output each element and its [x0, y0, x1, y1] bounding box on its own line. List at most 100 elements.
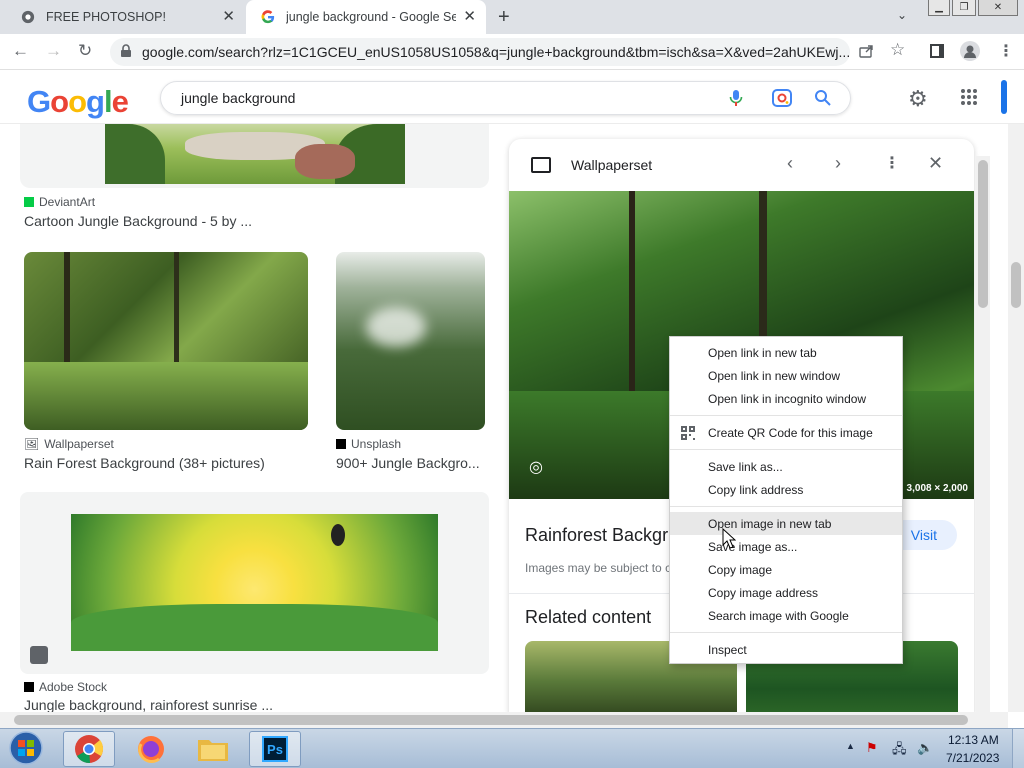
image-dimensions: 3,008 × 2,000: [906, 483, 968, 494]
clock-date[interactable]: 7/21/2023: [946, 751, 999, 765]
jungle-mountain-image[interactable]: [336, 252, 485, 430]
tab-title: jungle background - Google Sear: [286, 10, 456, 24]
lock-icon[interactable]: [120, 44, 132, 61]
related-content-heading: Related content: [525, 607, 652, 627]
result-source[interactable]: Adobe Stock: [24, 680, 107, 694]
menu-item-create-qr-code[interactable]: Create QR Code for this image: [670, 421, 902, 444]
search-input[interactable]: jungle background: [160, 81, 851, 115]
menu-item-save-link-as[interactable]: Save link as...: [670, 455, 902, 478]
close-window-icon[interactable]: ✕: [978, 0, 1018, 16]
result-source[interactable]: Unsplash: [336, 437, 401, 451]
chrome-icon: [75, 735, 104, 764]
result-card-deviantart[interactable]: [20, 124, 489, 188]
tab-title: FREE PHOTOSHOP!: [46, 10, 166, 24]
restore-icon[interactable]: ❐: [952, 0, 976, 16]
menu-item-search-image-google[interactable]: Search image with Google: [670, 604, 902, 627]
rain-forest-image[interactable]: [24, 252, 308, 430]
image-icon: [531, 157, 551, 173]
mouse-cursor-icon: [722, 528, 736, 549]
lens-camera-icon[interactable]: [772, 89, 792, 110]
qr-code-icon: [681, 426, 695, 443]
menu-item-copy-image-address[interactable]: Copy image address: [670, 581, 902, 604]
menu-item-open-link-new-window[interactable]: Open link in new window: [670, 364, 902, 387]
result-source[interactable]: DeviantArt: [24, 195, 95, 209]
chrome-icon: [20, 9, 36, 25]
browser-toolbar: ← → ↻ google.com/search?rlz=1C1GCEU_enUS…: [0, 34, 1024, 70]
address-bar[interactable]: google.com/search?rlz=1C1GCEU_enUS1058US…: [110, 38, 850, 66]
minimize-icon[interactable]: ▁: [928, 0, 950, 16]
tab-jungle-background[interactable]: jungle background - Google Sear ✕: [246, 0, 486, 34]
adobe-stock-icon: [24, 682, 34, 692]
google-icon: [260, 9, 276, 25]
taskbar-photoshop[interactable]: Ps: [249, 731, 301, 767]
bookmark-star-icon[interactable]: ☆: [890, 40, 905, 60]
previous-image-icon[interactable]: ‹: [787, 153, 793, 174]
menu-separator: [670, 632, 902, 633]
volume-icon[interactable]: 🔈: [917, 740, 933, 756]
show-hidden-icons[interactable]: ▲: [846, 741, 855, 751]
close-tab-icon[interactable]: ✕: [222, 9, 235, 25]
menu-kebab-icon[interactable]: ⋮: [998, 41, 1014, 61]
image-badge-icon: [30, 646, 48, 664]
taskbar-firefox[interactable]: [125, 731, 177, 767]
panel-scrollbar[interactable]: [976, 156, 990, 712]
taskbar-file-explorer[interactable]: [187, 731, 239, 767]
horizontal-scrollbar[interactable]: [0, 712, 1008, 728]
back-icon[interactable]: ←: [12, 41, 29, 61]
deviantart-icon: [24, 197, 34, 207]
menu-item-open-link-new-tab[interactable]: Open link in new tab: [670, 341, 902, 364]
result-title[interactable]: Cartoon Jungle Background - 5 by ...: [24, 213, 324, 229]
forward-icon[interactable]: →: [45, 41, 62, 61]
lens-search-icon[interactable]: ◎: [529, 457, 543, 477]
menu-item-inspect[interactable]: Inspect: [670, 638, 902, 661]
microphone-icon[interactable]: [729, 89, 743, 110]
result-title[interactable]: Jungle background, rainforest sunrise ..…: [24, 697, 324, 713]
clock-time[interactable]: 12:13 AM: [948, 733, 999, 747]
close-tab-icon[interactable]: ✕: [463, 9, 476, 25]
taskbar-chrome[interactable]: [63, 731, 115, 767]
more-options-icon[interactable]: ⋮: [884, 153, 900, 173]
menu-item-save-image-as[interactable]: Save image as...: [670, 535, 902, 558]
page-scrollbar[interactable]: [1008, 124, 1024, 712]
next-image-icon[interactable]: ›: [835, 153, 841, 174]
action-center-icon[interactable]: ⚑: [866, 740, 878, 756]
result-card-adobe-stock[interactable]: [20, 492, 489, 674]
menu-separator: [670, 506, 902, 507]
search-query: jungle background: [181, 90, 296, 106]
result-source[interactable]: 🖼 Wallpaperset: [24, 437, 114, 451]
context-menu: Open link in new tab Open link in new wi…: [669, 336, 903, 664]
account-indicator[interactable]: [1001, 80, 1007, 114]
url-text: google.com/search?rlz=1C1GCEU_enUS1058US…: [142, 44, 850, 60]
folder-icon: [198, 740, 228, 761]
start-button[interactable]: [4, 730, 48, 766]
side-panel-icon[interactable]: [930, 44, 944, 58]
menu-separator: [670, 449, 902, 450]
settings-gear-icon[interactable]: ⚙: [908, 86, 928, 112]
google-apps-icon[interactable]: [960, 88, 978, 111]
show-desktop-button[interactable]: [1012, 729, 1024, 768]
menu-item-open-image-new-tab[interactable]: Open image in new tab: [670, 512, 902, 535]
search-icon[interactable]: [814, 89, 832, 110]
google-logo[interactable]: Google: [27, 84, 129, 120]
panel-source[interactable]: Wallpaperset: [571, 157, 652, 173]
reload-icon[interactable]: ↻: [78, 41, 92, 61]
menu-item-open-link-incognito[interactable]: Open link in incognito window: [670, 387, 902, 410]
rainforest-sunrise-image[interactable]: [71, 514, 438, 651]
network-icon[interactable]: 🖧: [892, 740, 907, 762]
tab-free-photoshop[interactable]: FREE PHOTOSHOP! ✕: [0, 0, 245, 34]
close-panel-icon[interactable]: ✕: [928, 153, 943, 174]
unsplash-icon: [336, 439, 346, 449]
result-title[interactable]: Rain Forest Background (38+ pictures): [24, 455, 314, 471]
result-title[interactable]: 900+ Jungle Backgro...: [336, 455, 486, 471]
share-icon[interactable]: [858, 43, 874, 64]
menu-item-copy-link-address[interactable]: Copy link address: [670, 478, 902, 501]
new-tab-icon[interactable]: +: [498, 6, 510, 29]
profile-avatar[interactable]: [960, 41, 980, 61]
tab-search-chevron-icon[interactable]: ⌄: [897, 8, 907, 22]
cartoon-jungle-image[interactable]: [105, 124, 405, 184]
panel-title[interactable]: Rainforest Backgr: [525, 525, 668, 546]
firefox-icon: [138, 736, 164, 763]
menu-item-copy-image[interactable]: Copy image: [670, 558, 902, 581]
image-icon: 🖼: [24, 437, 40, 451]
photoshop-icon: Ps: [262, 736, 288, 762]
